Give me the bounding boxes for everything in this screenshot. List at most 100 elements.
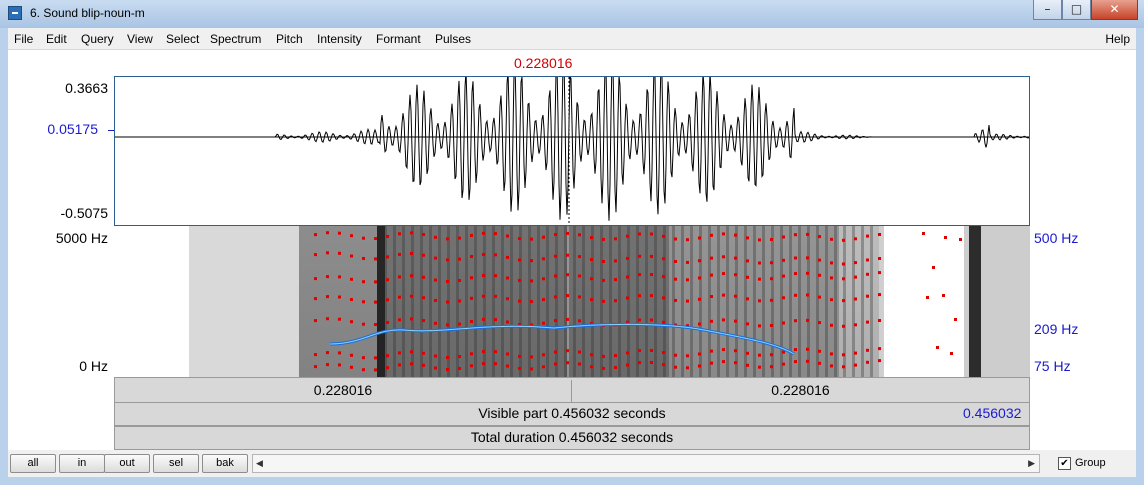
formant-dot (398, 295, 401, 299)
formant-dot (458, 236, 461, 240)
formant-dot (866, 360, 869, 364)
formant-dot (734, 233, 737, 237)
zoom-out-button[interactable]: out (104, 454, 150, 473)
title-bar: 6. Sound blip-noun-m – □ ✕ (0, 0, 1144, 28)
formant-dot (470, 255, 473, 258)
formant-dot (410, 274, 413, 278)
visible-part-bar[interactable]: Visible part 0.456032 seconds (114, 402, 1030, 426)
minimize-button[interactable]: – (1033, 0, 1062, 20)
formant-dot (458, 257, 461, 261)
menu-help[interactable]: Help (1105, 32, 1130, 46)
pitch-mid-label: 209 Hz (1034, 321, 1079, 337)
formant-dot (362, 280, 365, 284)
formant-dot (818, 361, 821, 365)
formant-dot (626, 296, 629, 300)
menu-edit[interactable]: Edit (46, 32, 67, 46)
time-left-label[interactable]: 0.228016 (115, 380, 572, 404)
formant-dot (722, 360, 725, 364)
maximize-button[interactable]: □ (1062, 0, 1091, 20)
formant-dot (314, 365, 317, 369)
visible-part-label: Visible part 0.456032 seconds (478, 405, 666, 421)
formant-dot (518, 258, 521, 262)
menu-spectrum[interactable]: Spectrum (210, 32, 261, 46)
formant-dot (470, 276, 473, 280)
formant-dot (770, 238, 773, 241)
selection-time-panel[interactable]: 0.228016 0.228016 (114, 377, 1030, 404)
formant-dot (842, 353, 845, 357)
formant-dot (446, 368, 449, 371)
menu-intensity[interactable]: Intensity (317, 32, 362, 46)
close-button[interactable]: ✕ (1091, 0, 1138, 20)
menu-view[interactable]: View (127, 32, 153, 46)
formant-dot (878, 347, 881, 351)
total-duration-label: Total duration 0.456032 seconds (470, 429, 674, 445)
formant-dot (542, 353, 545, 357)
spectrogram-panel[interactable] (114, 226, 1030, 377)
total-duration-bar[interactable]: Total duration 0.456032 seconds (114, 426, 1030, 450)
formant-dot (806, 293, 809, 297)
zoom-back-button[interactable]: bak (202, 454, 248, 473)
formant-dot (650, 254, 653, 258)
waveform-panel[interactable] (114, 76, 1030, 226)
zoom-all-button[interactable]: all (10, 454, 56, 473)
formant-dot (506, 276, 509, 280)
formant-dot (578, 319, 581, 323)
formant-dot (506, 255, 509, 259)
formant-dot (314, 233, 317, 237)
formant-dot (878, 257, 881, 260)
zoom-selection-button[interactable]: sel (153, 454, 199, 473)
formant-dot (398, 363, 401, 367)
formant-dot (638, 254, 641, 258)
formant-dot (854, 261, 857, 265)
scroll-right-arrow-icon[interactable]: ▶ (1028, 458, 1035, 469)
editor-canvas[interactable]: 0.228016 0.3663 0.05175 -0.5075 5000 Hz … (8, 50, 1136, 450)
zoom-in-button[interactable]: in (59, 454, 105, 473)
time-right-label[interactable]: 0.228016 (572, 380, 1029, 404)
formant-dot (518, 354, 521, 358)
formant-dot (590, 236, 593, 240)
formant-dot (446, 237, 449, 241)
formant-dot (314, 319, 317, 323)
formant-dot (806, 347, 809, 351)
formant-dot (338, 231, 341, 235)
menu-select[interactable]: Select (166, 32, 199, 46)
formant-dot (842, 277, 845, 281)
formant-dot (350, 277, 353, 281)
formant-dot (542, 257, 545, 261)
formant-dot (746, 351, 749, 355)
formant-dot (866, 320, 869, 324)
formant-dot (710, 349, 713, 353)
formant-dot (326, 363, 329, 367)
formant-dot (638, 361, 641, 365)
formant-dot (842, 262, 845, 266)
formant-dot (374, 300, 377, 304)
formant-dot (818, 273, 821, 277)
praat-app-icon (8, 6, 22, 20)
formant-dot (362, 236, 365, 240)
formant-dot (458, 279, 461, 282)
formant-dot (578, 255, 581, 259)
formant-dot (782, 258, 785, 262)
menu-pitch[interactable]: Pitch (276, 32, 303, 46)
time-scrollbar[interactable]: ◀ ▶ (252, 454, 1040, 473)
scroll-left-arrow-icon[interactable]: ◀ (256, 458, 263, 469)
formant-dot (830, 276, 833, 280)
menu-pulses[interactable]: Pulses (435, 32, 471, 46)
menu-formant[interactable]: Formant (376, 32, 421, 46)
formant-dot (650, 232, 653, 236)
formant-dot (338, 317, 341, 321)
formant-dot (698, 352, 701, 356)
formant-dot (602, 299, 605, 303)
formant-dot (578, 362, 581, 366)
formant-dot (674, 365, 677, 369)
group-checkbox[interactable]: ✔ (1058, 457, 1071, 470)
menu-file[interactable]: File (14, 32, 33, 46)
formant-dot (362, 300, 365, 304)
formant-dot (698, 297, 701, 301)
formant-dot (686, 299, 689, 303)
formant-dot (566, 273, 569, 277)
menu-query[interactable]: Query (81, 32, 114, 46)
formant-dot (470, 364, 473, 368)
formant-dot (530, 237, 533, 241)
formant-dot (506, 364, 509, 368)
